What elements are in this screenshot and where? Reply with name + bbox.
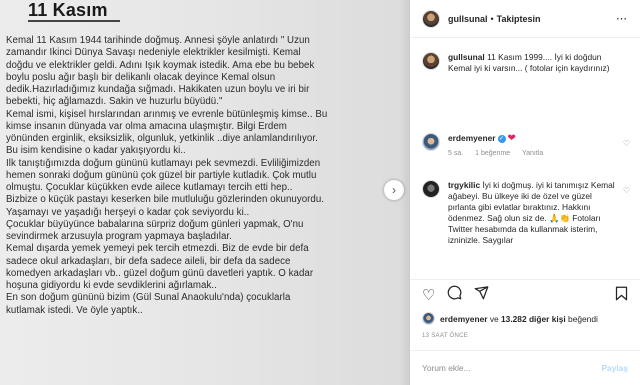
caption: gullsunal 11 Kasım 1999.... İyi ki doğdu… — [422, 52, 632, 74]
comment-like-heart-icon[interactable]: ♡ — [623, 139, 630, 148]
note-line: bebekti, hiç ağlamazdı. Sakin ve huzurlu… — [6, 96, 223, 108]
likes-connector: ve — [487, 313, 501, 324]
post-comment-button[interactable]: Paylaş — [601, 363, 628, 373]
note-line: Kemal 11 Kasım 1944 tarihinde doğmuş. An… — [6, 35, 310, 46]
comment-item: erdemyener ✓ ❤ 5 sa. 1 beğenme Yanıtla ♡ — [422, 133, 632, 159]
share-icon[interactable] — [474, 285, 489, 304]
note-line: sevindirmek arzusuyla program yapmaya ba… — [6, 231, 232, 242]
note-line: boylu poslu ağır başlı bir delikanlı ola… — [6, 71, 276, 83]
note-line: olmuştu. Çocuklar küçükken evde ailece k… — [6, 182, 293, 193]
more-options-icon[interactable]: ⋯ — [616, 12, 628, 25]
likes-summary: erdemyener ve 13.282 diğer kişi beğendi — [422, 312, 598, 325]
note-line: Çocuklar büyüyünce babalarına sürpriz do… — [6, 218, 304, 230]
commenter-avatar[interactable] — [422, 180, 440, 198]
commenter-username[interactable]: trgykilic — [448, 180, 480, 190]
commenter-username[interactable]: erdemyener — [448, 133, 496, 143]
caption-avatar[interactable] — [422, 52, 440, 70]
post-side-panel: gullsunal • Takiptesin ⋯ gullsunal 11 Ka… — [410, 0, 640, 385]
comment-time: 5 sa. — [448, 150, 464, 157]
post-photo[interactable]: 11 Kasım Kemal 11 Kasım 1944 tarihinde d… — [0, 0, 410, 385]
next-photo-button[interactable]: › — [384, 180, 404, 200]
comment-item: trgykilic İyi ki doğmuş. iyi ki tanımışı… — [422, 180, 632, 272]
note-line: İlk tanıştığımızda doğum gününü kutlamay… — [6, 157, 321, 169]
comment-meta: 5 sa. 1 beğenme Yanıtla — [448, 148, 620, 159]
note-title-underline — [28, 20, 120, 22]
note-line: dedik.Hazırladığımız kundağa sığmadı. Ha… — [6, 84, 310, 95]
comment-like-heart-icon[interactable]: ♡ — [623, 186, 630, 195]
comment-input[interactable] — [422, 363, 592, 373]
note-body: Kemal 11 Kasım 1944 tarihinde doğmuş. An… — [6, 35, 402, 317]
chevron-right-icon: › — [392, 183, 396, 197]
note-line: hoşuna gidiyordu ki evde sevdiklerini ağ… — [6, 280, 217, 291]
likes-suffix: beğendi — [565, 313, 598, 324]
note-line: komedyen arkadaşları vb.. güzel doğum gü… — [6, 267, 314, 279]
note-line: kimse insanın dünyada var olma amacına u… — [6, 120, 287, 132]
note-line: zamandır İkinci Dünya Savaşı nedeniyle e… — [6, 47, 301, 59]
red-heart-emoji-icon: ❤ — [507, 133, 516, 144]
reply-button[interactable]: Yanıtla — [522, 150, 543, 157]
author-username[interactable]: gullsunal — [448, 14, 488, 24]
note-line: Kemal dışarda yemek yemeyi pek tercih et… — [6, 243, 309, 255]
note-line: Kemal ismi, kişisel hırslarından arınmış… — [6, 108, 328, 120]
note-line: Bizbize o küçük pastayı keserken bile mu… — [6, 194, 325, 206]
add-comment-bar: Paylaş — [410, 350, 640, 385]
author-avatar[interactable] — [422, 9, 440, 28]
note-line: sadece okul arkadaşları, bir defa sadece… — [6, 255, 291, 267]
header-separator: • — [490, 13, 494, 24]
note-line: kutlamak istedi. Ve öyle yaptık.. — [6, 304, 143, 316]
note-title: 11 Kasım — [28, 0, 108, 20]
liker-username[interactable]: erdemyener — [440, 314, 488, 324]
post-header: gullsunal • Takiptesin ⋯ — [410, 0, 640, 38]
commenter-avatar[interactable] — [422, 133, 440, 151]
likes-others-link[interactable]: 13.282 diğer kişi — [501, 314, 566, 324]
comment-icon[interactable] — [447, 285, 462, 304]
note-line: Bu isim kendisine o kadar yakışıyordu ki… — [6, 145, 186, 157]
heart-icon[interactable]: ♡ — [422, 286, 435, 304]
verified-badge-icon: ✓ — [497, 134, 506, 143]
note-line: yönünden erginlik, eksiksizlik, olgunluk… — [6, 133, 318, 144]
note-line: hemen sonraki doğum gününü çok güzel bir… — [6, 169, 317, 181]
post-timestamp: 13 SAAT ÖNCE — [422, 333, 469, 339]
following-status[interactable]: Takiptesin — [497, 14, 541, 24]
caption-username[interactable]: gullsunal — [448, 52, 485, 62]
post-actions: ♡ — [410, 279, 640, 309]
note-line: En son doğum gününü bizim (Gül Sunal Ana… — [6, 292, 291, 304]
bookmark-icon[interactable] — [615, 286, 628, 304]
note-line: doğdu ve elektrikler geldi. Adını Işık k… — [6, 59, 315, 71]
comment-likes[interactable]: 1 beğenme — [475, 150, 510, 157]
note-line: Yaşamayı ve yaşadığı herşeyi o kadar çok… — [6, 206, 250, 218]
liker-avatar[interactable] — [422, 312, 435, 325]
